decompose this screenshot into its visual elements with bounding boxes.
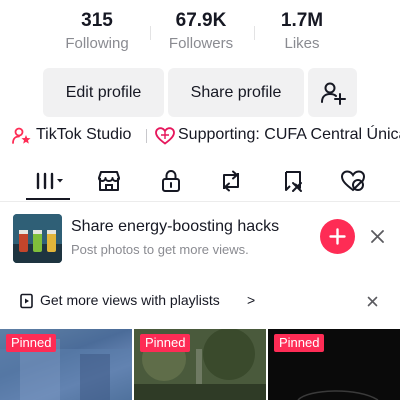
stat-following[interactable]: 315 Following bbox=[50, 8, 144, 54]
followers-label: Followers bbox=[168, 35, 234, 52]
playlist-banner-label: Get more views with playlists bbox=[40, 292, 220, 308]
promo-subtitle: Post photos to get more views. bbox=[71, 242, 249, 257]
playlist-icon bbox=[20, 293, 33, 309]
close-icon[interactable] bbox=[370, 229, 385, 244]
promo-thumbnail bbox=[13, 214, 62, 263]
tab-liked[interactable] bbox=[340, 168, 366, 194]
studio-icon bbox=[12, 127, 31, 144]
divider bbox=[146, 129, 147, 143]
add-user-icon bbox=[321, 82, 346, 105]
tiktok-studio-link[interactable]: TikTok Studio bbox=[36, 126, 131, 144]
video-thumbnail[interactable]: Pinned bbox=[268, 329, 400, 400]
tab-reposts[interactable] bbox=[218, 168, 244, 194]
add-friend-button[interactable] bbox=[308, 68, 357, 117]
tab-shop[interactable] bbox=[96, 168, 122, 194]
chevron-right-icon: > bbox=[247, 292, 256, 308]
stat-divider bbox=[150, 26, 151, 40]
stat-divider bbox=[254, 26, 255, 40]
following-label: Following bbox=[65, 35, 129, 52]
likes-label: Likes bbox=[284, 35, 320, 52]
promo-title: Share energy-boosting hacks bbox=[71, 218, 280, 235]
create-post-button[interactable] bbox=[320, 219, 355, 254]
lock-icon bbox=[162, 169, 180, 192]
followers-count: 67.9K bbox=[175, 10, 227, 31]
repost-icon bbox=[223, 170, 239, 192]
selected-tab-indicator bbox=[26, 198, 70, 200]
following-count: 315 bbox=[81, 10, 113, 31]
plus-icon bbox=[329, 228, 346, 245]
pinned-badge: Pinned bbox=[140, 334, 191, 352]
stat-followers[interactable]: 67.9K Followers bbox=[155, 8, 247, 54]
close-icon[interactable] bbox=[367, 296, 378, 307]
promo-card[interactable]: Share energy-boosting hacks Post photos … bbox=[0, 212, 400, 267]
profile-tabs bbox=[0, 160, 400, 202]
liked-icon bbox=[340, 170, 366, 192]
likes-count: 1.7M bbox=[280, 10, 324, 31]
video-thumbnail[interactable]: Pinned bbox=[0, 329, 132, 400]
stat-likes[interactable]: 1.7M Likes bbox=[262, 8, 342, 54]
supporting-heart-icon bbox=[155, 127, 175, 145]
share-profile-button[interactable]: Share profile bbox=[168, 68, 304, 117]
playlist-banner[interactable]: Get more views with playlists > bbox=[0, 284, 400, 320]
pinned-badge: Pinned bbox=[6, 334, 57, 352]
tab-videos[interactable] bbox=[35, 168, 63, 194]
tabs-divider bbox=[0, 201, 400, 202]
profile-links-row: TikTok Studio Supporting: CUFA Central Ú… bbox=[0, 124, 400, 148]
video-grid: Pinned Pinned Pinned bbox=[0, 329, 400, 400]
tab-favorites[interactable] bbox=[280, 168, 306, 194]
video-thumbnail[interactable]: Pinned bbox=[134, 329, 266, 400]
shop-icon bbox=[98, 171, 120, 191]
tab-private[interactable] bbox=[158, 168, 184, 194]
profile-stats: 315 Following 67.9K Followers 1.7M Likes bbox=[0, 8, 400, 58]
pinned-badge: Pinned bbox=[274, 334, 325, 352]
edit-profile-button[interactable]: Edit profile bbox=[43, 68, 164, 117]
saved-icon bbox=[285, 171, 302, 192]
grid-icon bbox=[36, 172, 63, 190]
supporting-link[interactable]: Supporting: CUFA Central Única bbox=[178, 126, 400, 144]
